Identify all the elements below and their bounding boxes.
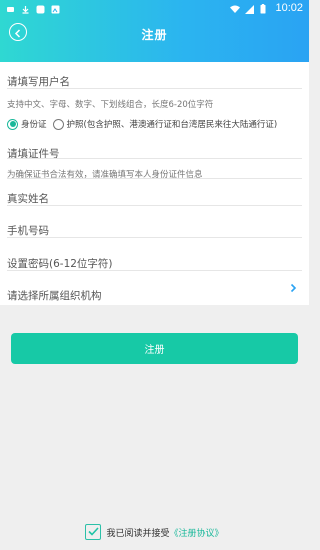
real-name-field[interactable]: 真实姓名 [0, 187, 309, 206]
divider [7, 178, 302, 179]
id-type-radio-group: 身份证 护照(包含护照、港澳通行证和台湾居民来往大陆通行证) [0, 118, 309, 130]
password-field[interactable]: 设置密码(6-12位字符) [0, 252, 309, 271]
app-icon [36, 4, 45, 13]
status-bar: 10:02 [0, 0, 309, 16]
username-field[interactable]: 请填写用户名 [0, 70, 309, 89]
agreement-row: 我已阅读并接受 《注册协议》 [0, 522, 309, 542]
checkmark-icon [88, 525, 99, 539]
image-icon [51, 4, 60, 13]
real-name-input[interactable]: 真实姓名 [7, 193, 49, 205]
username-input[interactable]: 请填写用户名 [7, 76, 70, 88]
divider [7, 158, 302, 159]
password-input[interactable]: 设置密码(6-12位字符) [7, 258, 113, 270]
download-icon [21, 4, 30, 14]
agreement-text: 我已阅读并接受 [106, 528, 170, 539]
chevron-left-icon [14, 23, 22, 42]
wifi-icon [230, 4, 241, 13]
username-hint-text: 支持中文、字母、数字、下划线组合，长度6-20位字符 [7, 100, 214, 110]
chevron-right-icon [290, 283, 297, 296]
radio-id-card-label[interactable]: 身份证 [21, 118, 47, 130]
notification-icon [6, 4, 15, 13]
phone-field[interactable]: 手机号码 [0, 219, 309, 238]
organization-select[interactable]: 请选择所属组织机构 [0, 283, 309, 303]
divider [7, 237, 302, 238]
agreement-link[interactable]: 《注册协议》 [170, 526, 224, 539]
divider [7, 88, 302, 89]
page-title: 注册 [141, 27, 168, 42]
radio-id-card[interactable] [7, 118, 18, 130]
registration-form: 请填写用户名 支持中文、字母、数字、下划线组合，长度6-20位字符 身份证 护照… [0, 62, 309, 305]
radio-passport-label[interactable]: 护照(包含护照、港澳通行证和台湾居民来往大陆通行证) [67, 118, 278, 130]
back-button[interactable] [9, 23, 27, 41]
radio-passport[interactable] [52, 118, 64, 130]
phone-input[interactable]: 手机号码 [7, 225, 49, 237]
organization-label[interactable]: 请选择所属组织机构 [7, 290, 102, 302]
signal-icon [245, 4, 255, 14]
divider [7, 270, 302, 271]
status-time: 10:02 [275, 2, 303, 14]
agreement-checkbox[interactable] [85, 524, 102, 540]
username-hint: 支持中文、字母、数字、下划线组合，长度6-20位字符 [0, 92, 309, 111]
divider [7, 205, 302, 206]
register-button[interactable]: 注册 [11, 333, 298, 364]
app-header: 10:02 注册 [0, 0, 309, 62]
title-bar: 注册 [0, 18, 309, 50]
battery-icon [260, 3, 269, 13]
